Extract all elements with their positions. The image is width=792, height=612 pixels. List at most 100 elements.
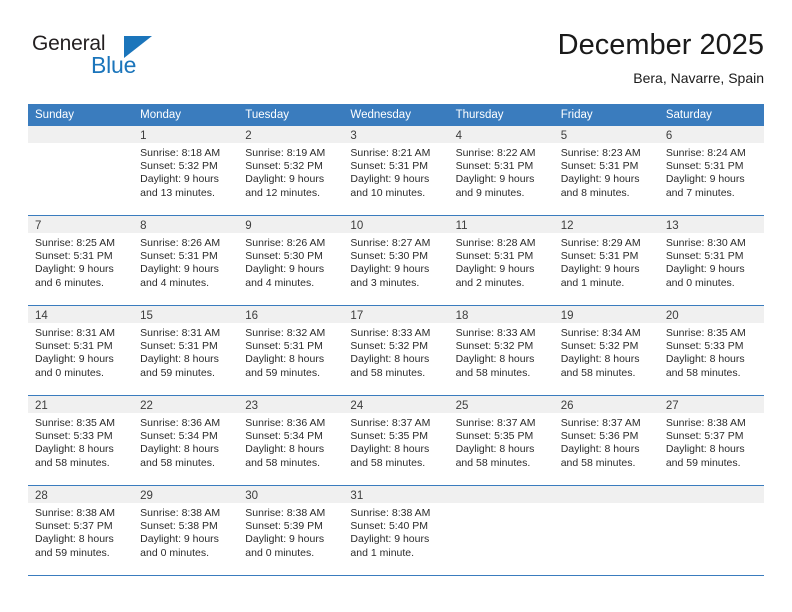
- calendar-day-cell[interactable]: 14 Sunrise: 8:31 AM Sunset: 5:31 PM Dayligh…: [28, 306, 134, 395]
- day-number: 31: [350, 490, 364, 502]
- sunset-text: Sunset: 5:32 PM: [560, 340, 639, 353]
- calendar-day-cell[interactable]: 11 Sunrise: 8:28 AM Sunset: 5:31 PM Dayligh…: [448, 216, 554, 305]
- page-header: General Blue December 2025 Bera, Navarre…: [28, 28, 764, 98]
- calendar-day-cell[interactable]: 7 Sunrise: 8:25 AM Sunset: 5:31 PM Daylight…: [28, 216, 134, 305]
- sunrise-text: Sunrise: 8:22 AM: [455, 147, 536, 159]
- calendar-day-cell[interactable]: 30 Sunrise: 8:38 AM Sunset: 5:39 PM Dayligh…: [238, 486, 344, 575]
- calendar-week-row: 14 Sunrise: 8:31 AM Sunset: 5:31 PM Dayligh…: [28, 306, 764, 396]
- day-sun-info: Sunrise: 8:36 AM Sunset: 5:34 PM Daylight:…: [133, 413, 238, 470]
- day-number: 8: [140, 220, 147, 232]
- calendar-day-cell[interactable]: 22 Sunrise: 8:36 AM Sunset: 5:34 PM Dayligh…: [133, 396, 239, 485]
- sunrise-text: Sunrise: 8:33 AM: [455, 327, 536, 339]
- sunset-text: Sunset: 5:34 PM: [140, 430, 218, 443]
- sunrise-text: Sunrise: 8:37 AM: [455, 417, 536, 429]
- calendar-day-cell[interactable]: 18 Sunrise: 8:33 AM Sunset: 5:32 PM Dayligh…: [448, 306, 554, 395]
- sunrise-text: Sunrise: 8:33 AM: [350, 327, 431, 339]
- day-sun-info: Sunrise: 8:23 AM Sunset: 5:31 PM Daylight:…: [554, 143, 659, 200]
- calendar-day-cell[interactable]: 21 Sunrise: 8:35 AM Sunset: 5:33 PM Dayligh…: [28, 396, 134, 485]
- day-sun-info: Sunrise: 8:24 AM Sunset: 5:31 PM Daylight:…: [659, 143, 764, 200]
- sunset-text: Sunset: 5:32 PM: [245, 160, 323, 173]
- calendar-day-cell[interactable]: 19 Sunrise: 8:34 AM Sunset: 5:32 PM Dayligh…: [553, 306, 659, 395]
- daylight-text: Daylight: 8 hours and 58 minutes.: [350, 353, 430, 379]
- daylight-text: Daylight: 8 hours and 58 minutes.: [455, 353, 535, 379]
- weekday-header-monday: Monday: [140, 109, 182, 121]
- day-number-bar: 3: [343, 126, 449, 143]
- calendar-day-cell[interactable]: 13 Sunrise: 8:30 AM Sunset: 5:31 PM Dayligh…: [658, 216, 764, 305]
- daylight-text: Daylight: 9 hours and 4 minutes.: [245, 263, 325, 289]
- calendar-day-cell-empty: [28, 126, 134, 215]
- calendar-day-cell[interactable]: 1 Sunrise: 8:18 AM Sunset: 5:32 PM Daylight…: [133, 126, 239, 215]
- day-sun-info: Sunrise: 8:38 AM Sunset: 5:39 PM Daylight:…: [238, 503, 343, 560]
- daylight-text: Daylight: 9 hours and 1 minute.: [560, 263, 640, 289]
- sunset-text: Sunset: 5:32 PM: [350, 340, 429, 353]
- calendar-week-row: 28 Sunrise: 8:38 AM Sunset: 5:37 PM Dayligh…: [28, 486, 764, 576]
- day-number: 24: [350, 400, 364, 412]
- day-number-bar: 17: [343, 306, 449, 323]
- calendar-day-cell[interactable]: 5 Sunrise: 8:23 AM Sunset: 5:31 PM Daylight…: [553, 126, 659, 215]
- day-sun-info: Sunrise: 8:38 AM Sunset: 5:40 PM Daylight:…: [343, 503, 448, 560]
- sunset-text: Sunset: 5:31 PM: [455, 250, 534, 263]
- day-sun-info: Sunrise: 8:27 AM Sunset: 5:30 PM Daylight:…: [343, 233, 448, 290]
- day-number-bar: 24: [343, 396, 449, 413]
- day-sun-info: Sunrise: 8:29 AM Sunset: 5:31 PM Daylight:…: [554, 233, 659, 290]
- calendar-page: General Blue December 2025 Bera, Navarre…: [0, 0, 792, 612]
- calendar-day-cell[interactable]: 8 Sunrise: 8:26 AM Sunset: 5:31 PM Daylight…: [133, 216, 239, 305]
- calendar-day-cell[interactable]: 26 Sunrise: 8:37 AM Sunset: 5:36 PM Dayligh…: [553, 396, 659, 485]
- day-number: 27: [665, 400, 679, 412]
- day-number: 17: [350, 310, 364, 322]
- sunset-text: Sunset: 5:34 PM: [245, 430, 323, 443]
- day-sun-info: Sunrise: 8:18 AM Sunset: 5:32 PM Daylight:…: [133, 143, 238, 200]
- calendar-day-cell[interactable]: 25 Sunrise: 8:37 AM Sunset: 5:35 PM Dayligh…: [448, 396, 554, 485]
- daylight-text: Daylight: 8 hours and 59 minutes.: [35, 533, 114, 559]
- day-sun-info: Sunrise: 8:25 AM Sunset: 5:31 PM Daylight:…: [28, 233, 133, 290]
- calendar-day-cell[interactable]: 9 Sunrise: 8:26 AM Sunset: 5:30 PM Daylight…: [238, 216, 344, 305]
- daylight-text: Daylight: 8 hours and 58 minutes.: [140, 443, 219, 469]
- calendar-day-cell[interactable]: 20 Sunrise: 8:35 AM Sunset: 5:33 PM Dayligh…: [658, 306, 764, 395]
- calendar-day-cell[interactable]: 16 Sunrise: 8:32 AM Sunset: 5:31 PM Dayligh…: [238, 306, 344, 395]
- day-sun-info: Sunrise: 8:36 AM Sunset: 5:34 PM Daylight:…: [238, 413, 343, 470]
- day-number: 25: [455, 400, 469, 412]
- day-number: 7: [35, 220, 42, 232]
- calendar-week-row: 1 Sunrise: 8:18 AM Sunset: 5:32 PM Daylight…: [28, 126, 764, 216]
- sunrise-text: Sunrise: 8:27 AM: [350, 237, 431, 249]
- sunrise-text: Sunrise: 8:37 AM: [560, 417, 641, 429]
- daylight-text: Daylight: 9 hours and 9 minutes.: [455, 173, 535, 199]
- day-number: 13: [665, 220, 679, 232]
- calendar-day-cell[interactable]: 10 Sunrise: 8:27 AM Sunset: 5:30 PM Dayligh…: [343, 216, 449, 305]
- calendar-day-cell[interactable]: 23 Sunrise: 8:36 AM Sunset: 5:34 PM Dayligh…: [238, 396, 344, 485]
- calendar-day-cell[interactable]: 31 Sunrise: 8:38 AM Sunset: 5:40 PM Dayligh…: [343, 486, 449, 575]
- calendar-day-cell[interactable]: 12 Sunrise: 8:29 AM Sunset: 5:31 PM Dayligh…: [553, 216, 659, 305]
- day-number-bar: 18: [448, 306, 554, 323]
- calendar-day-cell[interactable]: 28 Sunrise: 8:38 AM Sunset: 5:37 PM Dayligh…: [28, 486, 134, 575]
- day-number: 16: [245, 310, 259, 322]
- day-number: 1: [140, 130, 147, 142]
- day-number: 29: [140, 490, 153, 502]
- day-sun-info: Sunrise: 8:26 AM Sunset: 5:31 PM Daylight:…: [133, 233, 238, 290]
- calendar-day-cell[interactable]: 27 Sunrise: 8:38 AM Sunset: 5:37 PM Dayligh…: [658, 396, 764, 485]
- daylight-text: Daylight: 8 hours and 58 minutes.: [455, 443, 535, 469]
- sunrise-text: Sunrise: 8:34 AM: [560, 327, 641, 339]
- day-number: 2: [245, 130, 252, 142]
- calendar-day-cell[interactable]: 29 Sunrise: 8:38 AM Sunset: 5:38 PM Dayligh…: [133, 486, 239, 575]
- sunrise-text: Sunrise: 8:31 AM: [35, 327, 115, 339]
- day-sun-info: Sunrise: 8:21 AM Sunset: 5:31 PM Daylight:…: [343, 143, 448, 200]
- day-number-bar: 6: [658, 126, 764, 143]
- calendar-day-cell[interactable]: 17 Sunrise: 8:33 AM Sunset: 5:32 PM Dayligh…: [343, 306, 449, 395]
- day-number-bar: 13: [658, 216, 764, 233]
- calendar-day-cell[interactable]: 24 Sunrise: 8:37 AM Sunset: 5:35 PM Dayligh…: [343, 396, 449, 485]
- daylight-text: Daylight: 8 hours and 58 minutes.: [35, 443, 114, 469]
- sunrise-text: Sunrise: 8:26 AM: [140, 237, 221, 249]
- sunrise-text: Sunrise: 8:38 AM: [350, 507, 431, 519]
- calendar-day-cell[interactable]: 15 Sunrise: 8:31 AM Sunset: 5:31 PM Dayligh…: [133, 306, 239, 395]
- calendar-day-cell[interactable]: 4 Sunrise: 8:22 AM Sunset: 5:31 PM Daylight…: [448, 126, 554, 215]
- general-blue-logo[interactable]: General Blue: [28, 32, 158, 86]
- weekday-header-row: Sunday Monday Tuesday Wednesday Thursday Frid…: [28, 104, 764, 126]
- calendar-day-cell[interactable]: 6 Sunrise: 8:24 AM Sunset: 5:31 PM Daylight…: [658, 126, 764, 215]
- daylight-text: Daylight: 8 hours and 59 minutes.: [245, 353, 325, 379]
- sunrise-text: Sunrise: 8:25 AM: [35, 237, 115, 249]
- sunrise-text: Sunrise: 8:31 AM: [140, 327, 221, 339]
- day-sun-info: Sunrise: 8:33 AM Sunset: 5:32 PM Daylight:…: [449, 323, 554, 380]
- calendar-day-cell[interactable]: 3 Sunrise: 8:21 AM Sunset: 5:31 PM Daylight…: [343, 126, 449, 215]
- calendar-day-cell[interactable]: 2 Sunrise: 8:19 AM Sunset: 5:32 PM Daylight…: [238, 126, 344, 215]
- daylight-text: Daylight: 9 hours and 2 minutes.: [455, 263, 535, 289]
